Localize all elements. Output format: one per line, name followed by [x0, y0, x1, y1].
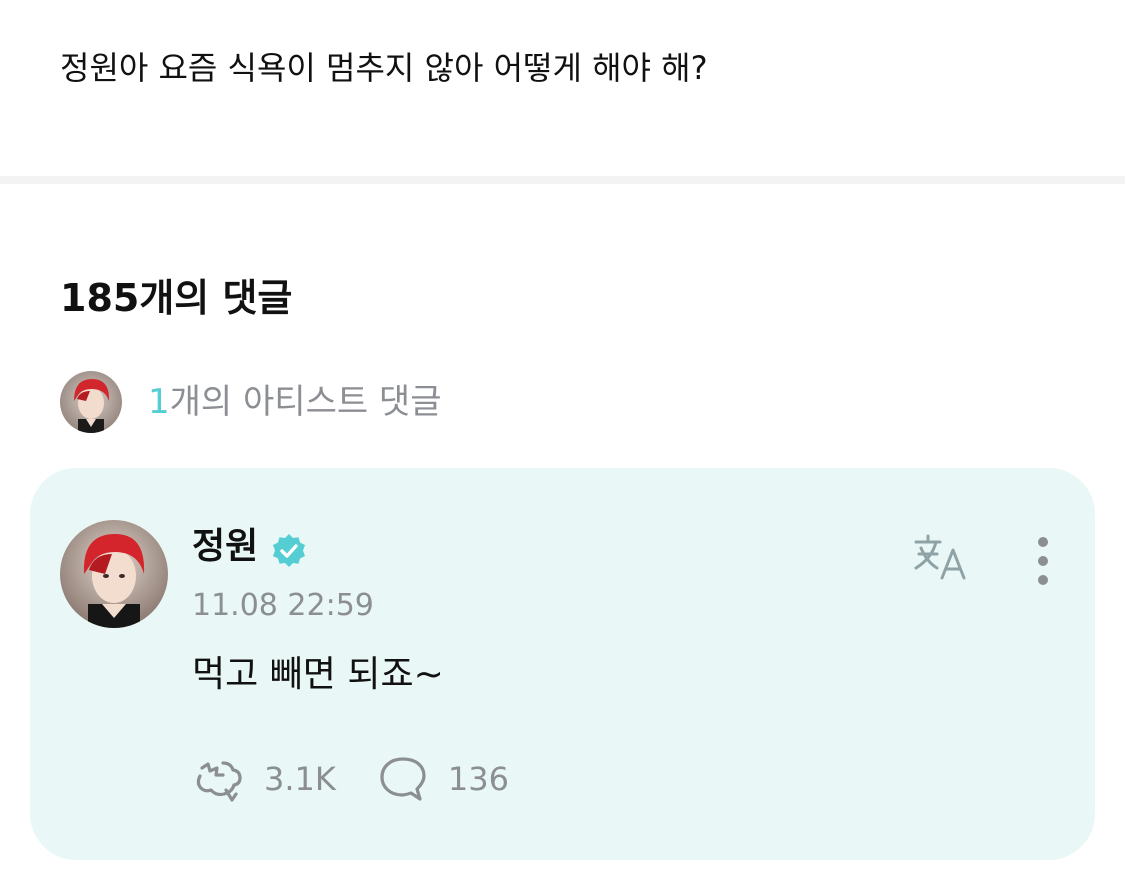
post-text: 정원아 요즘 식욕이 멈추지 않아 어떻게 해야 해?: [60, 49, 708, 87]
more-options-button[interactable]: [1026, 534, 1060, 588]
author-avatar[interactable]: [60, 520, 168, 628]
more-vertical-icon: [1038, 537, 1048, 585]
like-button[interactable]: 3.1K: [192, 754, 336, 804]
comment-text: 먹고 빼면 되죠~: [192, 654, 444, 695]
reply-count: 136: [447, 760, 509, 798]
artist-comment-card: 정원 11.08 22:59 먹고 빼면 되죠~ 3.1K 136: [30, 468, 1095, 860]
artist-comments-link[interactable]: 1개의 아티스트 댓글: [60, 371, 442, 433]
reply-button[interactable]: 136: [376, 754, 509, 804]
comment-actions: 3.1K 136: [192, 754, 509, 804]
like-count: 3.1K: [264, 760, 336, 798]
artist-comments-count: 1: [148, 382, 170, 422]
translate-icon: [914, 534, 966, 580]
section-divider: [0, 176, 1125, 184]
artist-comments-label: 1개의 아티스트 댓글: [148, 380, 442, 424]
post-section: 정원아 요즘 식욕이 멈추지 않아 어떻게 해야 해?: [0, 0, 1125, 176]
translate-button[interactable]: [910, 532, 972, 582]
comment-timestamp: 11.08 22:59: [192, 588, 374, 623]
reply-bubble-icon: [380, 757, 426, 801]
artist-comments-text: 개의 아티스트 댓글: [169, 382, 442, 422]
comments-count-title: 185개의 댓글: [60, 276, 293, 320]
like-icon: [196, 761, 242, 802]
verified-badge-icon: [270, 532, 308, 570]
comment-author-name[interactable]: 정원: [192, 524, 258, 570]
artist-avatar: [60, 371, 122, 433]
